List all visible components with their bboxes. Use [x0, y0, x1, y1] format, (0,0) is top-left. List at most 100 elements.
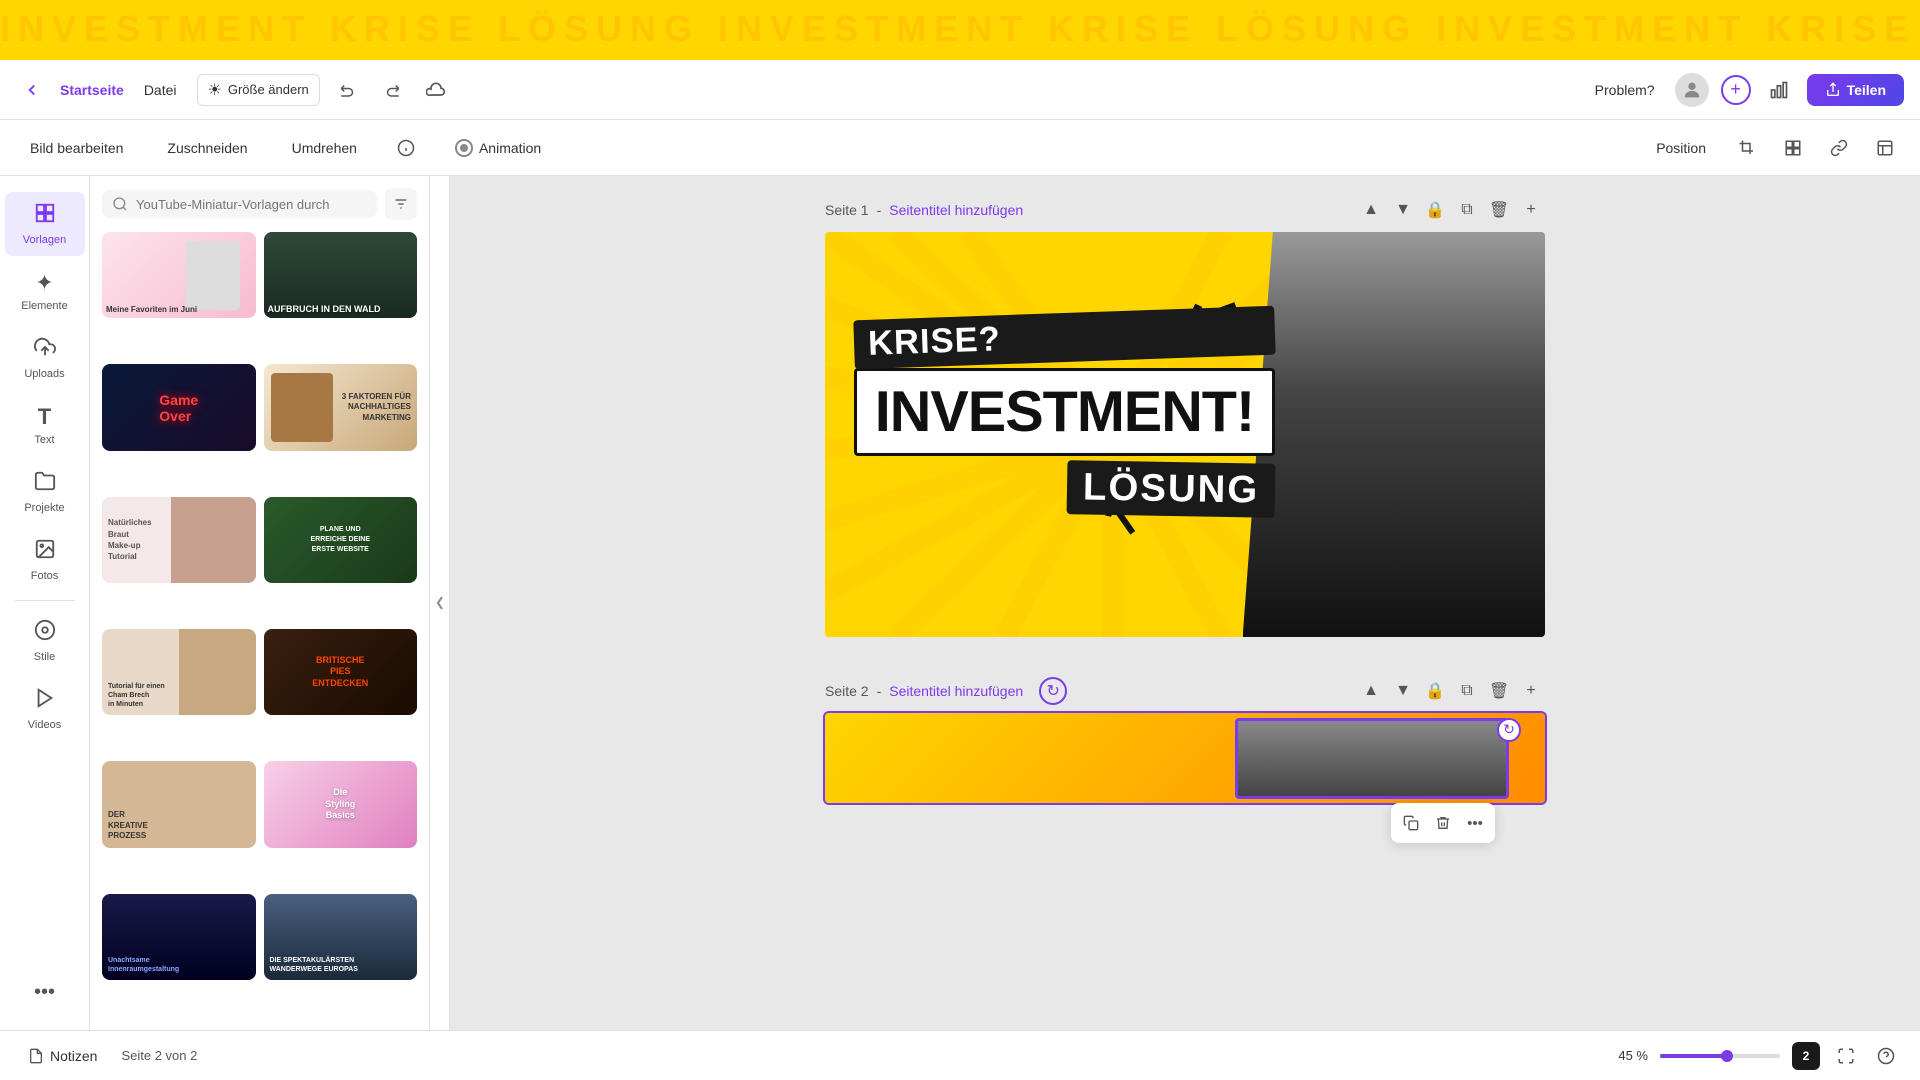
page-1-title: Seite 1 [825, 202, 869, 218]
sidebar-item-vorlagen-label: Vorlagen [23, 234, 66, 246]
help-button[interactable] [1872, 1042, 1900, 1070]
page-1-down-button[interactable]: ▼ [1389, 196, 1417, 224]
sidebar-item-text[interactable]: T Text [5, 394, 85, 456]
zoom-slider[interactable] [1660, 1054, 1780, 1058]
crop-icon-button[interactable] [1732, 133, 1762, 163]
template-card[interactable]: AUFBRUCH IN DEN WALD [264, 232, 418, 318]
krise-text[interactable]: KRISE? [853, 306, 1276, 370]
sidebar-item-fotos[interactable]: Fotos [5, 528, 85, 592]
sidebar-item-vorlagen[interactable]: Vorlagen [5, 192, 85, 256]
template-label: AUFBRUCH IN DEN WALD [264, 300, 418, 319]
sidebar-item-stile-label: Stile [34, 651, 55, 663]
stile-icon [34, 619, 56, 647]
page-2-lock-button[interactable]: 🔒 [1421, 677, 1449, 705]
search-input[interactable] [136, 197, 367, 212]
page-2-add-title[interactable]: Seitentitel hinzufügen [889, 683, 1023, 699]
bottom-bar: Notizen Seite 2 von 2 45 % 2 [0, 1030, 1920, 1080]
edit-image-button[interactable]: Bild bearbeiten [20, 134, 133, 162]
page-1-add-title[interactable]: Seitentitel hinzufügen [889, 202, 1023, 218]
loesung-text[interactable]: LÖSUNG [1066, 460, 1275, 518]
sidebar-item-more[interactable]: ••• [5, 971, 85, 1014]
page-2-down-button[interactable]: ▼ [1389, 677, 1417, 705]
flip-button[interactable]: Umdrehen [282, 134, 367, 162]
file-button[interactable]: Datei [136, 78, 185, 102]
redo-button[interactable] [376, 74, 408, 106]
sidebar-item-uploads[interactable]: Uploads [5, 326, 85, 390]
sidebar-item-elemente-label: Elemente [21, 300, 67, 312]
rotate-handle[interactable]: ↻ [1497, 718, 1521, 742]
home-label: Startseite [60, 82, 124, 98]
main-area: Vorlagen ✦ Elemente Uploads T Text [0, 176, 1920, 1030]
delete-element-button[interactable] [1427, 807, 1459, 839]
content-panel: Meine Favoriten im Juni AUFBRUCH IN DEN … [90, 176, 430, 1030]
page-1-controls: ▲ ▼ 🔒 ⧉ 🗑 + [1357, 196, 1545, 224]
page-1-duplicate-button[interactable]: ⧉ [1453, 196, 1481, 224]
template-label [102, 443, 256, 451]
page-1-delete-button[interactable]: 🗑 [1485, 196, 1513, 224]
template-card[interactable]: PLANE UNDERREICHE DEINEERSTE WEBSITE [264, 497, 418, 583]
problem-button[interactable]: Problem? [1587, 78, 1663, 102]
grid-icon-button[interactable] [1778, 133, 1808, 163]
template-card[interactable]: DIE SPEKTAKULÄRSTENWANDERWEGE EUROPAS [264, 894, 418, 980]
template-card[interactable]: 3 FAKTOREN FÜRNACHHALTIGESMARKETING [264, 364, 418, 450]
sidebar-item-elemente[interactable]: ✦ Elemente [5, 260, 85, 322]
sidebar-item-videos[interactable]: Videos [5, 677, 85, 741]
fullscreen-button[interactable] [1832, 1042, 1860, 1070]
template-card[interactable]: NatürlichesBrautMake-upTutorial [102, 497, 256, 583]
template-card[interactable]: DieStylingBasics [264, 761, 418, 847]
sidebar-item-uploads-label: Uploads [24, 368, 64, 380]
more-options-button[interactable]: ••• [1459, 807, 1491, 839]
crop-button[interactable]: Zuschneiden [157, 134, 257, 162]
cloud-save-button[interactable] [420, 74, 452, 106]
position-button[interactable]: Position [1646, 134, 1716, 162]
link-icon-button[interactable] [1824, 133, 1854, 163]
analytics-button[interactable] [1763, 74, 1795, 106]
top-decorative-bar: INVESTMENT KRISE LÖSUNG INVESTMENT KRISE… [0, 0, 1920, 60]
page-2-up-button[interactable]: ▲ [1357, 677, 1385, 705]
share-button[interactable]: Teilen [1807, 74, 1904, 106]
page-2-selected-element[interactable] [1235, 718, 1509, 799]
sidebar-item-videos-label: Videos [28, 719, 61, 731]
page-1-lock-button[interactable]: 🔒 [1421, 196, 1449, 224]
page-2-canvas[interactable]: ↻ [825, 713, 1545, 803]
page-1-add-button[interactable]: + [1517, 196, 1545, 224]
sidebar-item-stile[interactable]: Stile [5, 609, 85, 673]
sidebar-divider [15, 600, 75, 601]
add-account-button[interactable]: + [1721, 75, 1751, 105]
sidebar-item-projekte[interactable]: Projekte [5, 460, 85, 524]
page-indicator: Seite 2 von 2 [121, 1048, 197, 1063]
copy-element-button[interactable] [1395, 807, 1427, 839]
info-button[interactable] [391, 133, 421, 163]
page-1-canvas[interactable]: .ray{stroke:#FFB800;stroke-width:3;opaci… [825, 232, 1545, 637]
templates-grid: Meine Favoriten im Juni AUFBRUCH IN DEN … [90, 232, 429, 1030]
videos-icon [34, 687, 56, 715]
investment-text[interactable]: INVESTMENT! [854, 368, 1275, 456]
notes-button[interactable]: Notizen [20, 1044, 105, 1068]
page-1-up-button[interactable]: ▲ [1357, 196, 1385, 224]
page-2-refresh-button[interactable]: ↻ [1039, 677, 1067, 705]
search-icon [112, 196, 128, 212]
template-card[interactable]: UnachtsameInnenraumgestaltung [102, 894, 256, 980]
hide-panel-button[interactable] [430, 176, 450, 1030]
page-2-add-button[interactable]: + [1517, 677, 1545, 705]
template-card[interactable]: DERKREATIVEPROZESS [102, 761, 256, 847]
template-card[interactable]: Tutorial für einenCham Brechin Minuten [102, 629, 256, 715]
undo-button[interactable] [332, 74, 364, 106]
sidebar-item-fotos-label: Fotos [31, 570, 59, 582]
page-2-duplicate-button[interactable]: ⧉ [1453, 677, 1481, 705]
template-card[interactable]: Meine Favoriten im Juni [102, 232, 256, 318]
layout-icon-button[interactable] [1870, 133, 1900, 163]
page-2-canvas-wrap: ↻ [825, 713, 1545, 803]
zoom-slider-thumb[interactable] [1721, 1050, 1733, 1062]
home-button[interactable]: Startseite [60, 82, 124, 98]
zoom-slider-fill [1660, 1054, 1726, 1058]
animation-button[interactable]: Animation [445, 133, 551, 163]
avatar[interactable] [1675, 73, 1709, 107]
filter-button[interactable] [385, 188, 417, 220]
page-2-delete-button[interactable]: 🗑 [1485, 677, 1513, 705]
template-card[interactable]: BRITISCHEPIESENTDECKEN [264, 629, 418, 715]
back-button[interactable] [16, 74, 48, 106]
template-card[interactable]: GameOver [102, 364, 256, 450]
resize-button[interactable]: ☀ Größe ändern [197, 74, 320, 106]
search-input-wrap[interactable] [102, 190, 377, 218]
